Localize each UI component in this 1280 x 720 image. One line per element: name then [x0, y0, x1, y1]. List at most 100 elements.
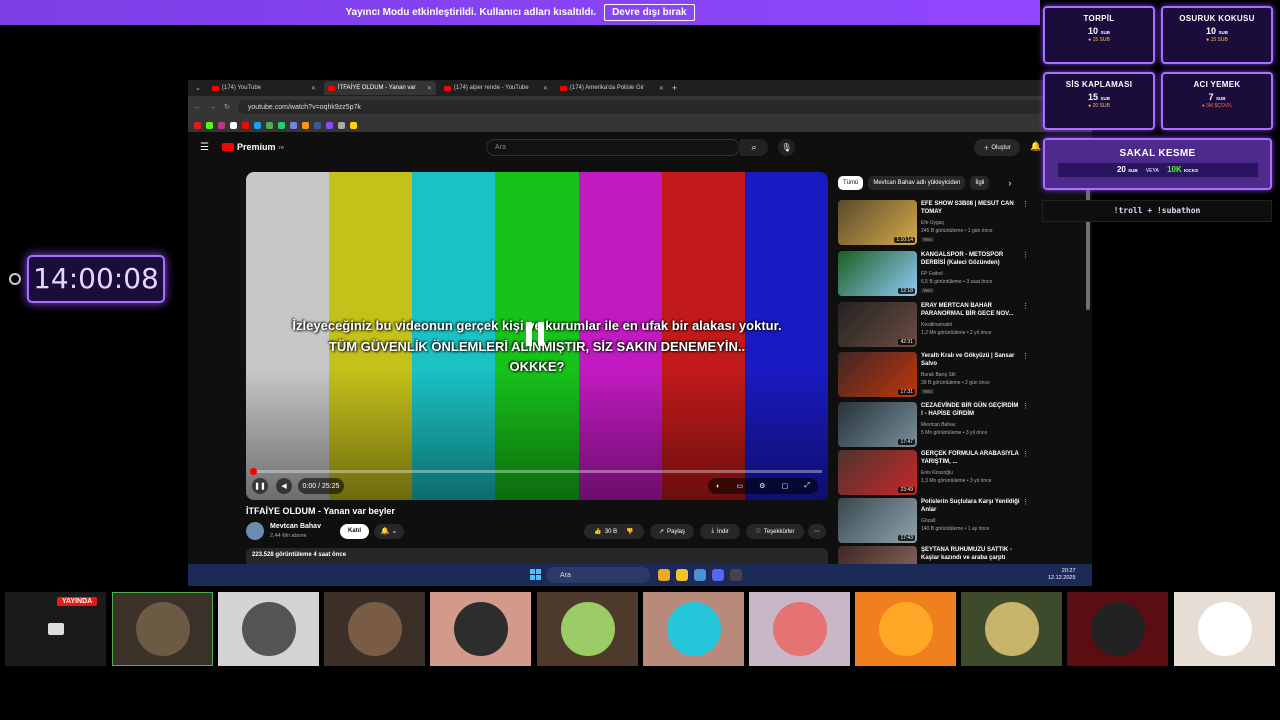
chevron-right-icon[interactable]: ›	[1008, 176, 1011, 190]
dislike-icon[interactable]: 👎	[626, 528, 633, 535]
photos-icon[interactable]	[694, 569, 706, 581]
create-button[interactable]: ＋ Oluştur	[974, 139, 1020, 156]
close-icon[interactable]: ✕	[427, 85, 432, 92]
recommendation-thumbnail[interactable]: 23:49	[838, 450, 917, 495]
avatar	[347, 602, 402, 656]
windows-taskbar: Ara 20:27 12.12.2025	[188, 564, 1092, 586]
chip-related[interactable]: İlgil	[970, 176, 990, 190]
volume-icon[interactable]: ◀	[276, 478, 292, 494]
chip-from-uploader[interactable]: Mevtcan Bahav adlı yükleyiciden	[868, 176, 966, 190]
chrome-icon[interactable]	[658, 569, 670, 581]
windows-start-icon[interactable]	[530, 569, 541, 580]
bookmark-icon[interactable]	[218, 121, 225, 129]
more-options-icon[interactable]: ⋮	[1022, 302, 1029, 310]
bookmark-icon[interactable]	[206, 121, 213, 129]
obs-icon[interactable]	[730, 569, 742, 581]
search-icon[interactable]: ⌕	[740, 139, 768, 156]
more-options-icon[interactable]: ⋮	[1022, 402, 1029, 410]
channel-name[interactable]: Mevtcan Bahav	[270, 523, 321, 530]
bookmark-icon[interactable]	[254, 121, 261, 129]
recommendation-item[interactable]: 23:49 GERÇEK FORMULA ARABASIYLA YARIŞTIM…	[838, 450, 1029, 496]
thanks-button[interactable]: ♡ Teşekkürler	[746, 524, 804, 539]
folder-icon[interactable]	[676, 569, 688, 581]
more-options-icon[interactable]: ⋮	[1022, 352, 1029, 360]
subscription-bell-button[interactable]: 🔔 ⌄	[374, 524, 404, 539]
download-button[interactable]: ⤓ İndir	[700, 524, 740, 539]
bookmark-icon[interactable]	[230, 121, 237, 129]
bookmark-icon[interactable]	[350, 121, 357, 129]
new-tab-button[interactable]: +	[672, 83, 677, 93]
avatar	[666, 602, 721, 656]
tab-amerika-polis[interactable]: (174) Amerika'da Polisle Gir ✕	[556, 81, 668, 95]
subtitles-icon[interactable]: ▭	[736, 482, 743, 490]
bookmark-icon[interactable]	[326, 121, 333, 129]
channel-avatar[interactable]	[246, 522, 264, 540]
youtube-premium-logo[interactable]: Premium TR	[222, 142, 284, 152]
close-icon[interactable]: ✕	[311, 85, 316, 92]
autoplay-toggle[interactable]: ◐	[716, 483, 720, 490]
avatar	[241, 602, 296, 656]
recommendation-thumbnail[interactable]: 12:18	[838, 251, 917, 296]
share-button[interactable]: ↗ Paylaş	[650, 524, 694, 539]
avatar-tile	[324, 592, 425, 666]
screen-icon	[47, 623, 64, 635]
tab-search-icon[interactable]: ⌄	[192, 84, 204, 92]
share-icon: ↗	[658, 529, 664, 535]
bookmark-icon[interactable]	[338, 121, 345, 129]
avatar-tile	[749, 592, 850, 666]
recommendation-item[interactable]: 42:31 ERAY MERTCAN BAHAR PARANORMAL BİR …	[838, 302, 1029, 348]
recommendation-item[interactable]: 17:43 Polislerin Suçlulara Karşı Yenildi…	[838, 498, 1029, 544]
recommendation-item[interactable]: 1:10:14 EFE SHOW S3B08 | MESUT CAN TOMAY…	[838, 200, 1029, 246]
progress-bar[interactable]	[250, 468, 822, 475]
video-player[interactable]: İzleyeceğiniz bu videonun gerçek kişi ve…	[246, 172, 828, 500]
notification-bell-icon[interactable]: 🔔	[1030, 141, 1041, 152]
bookmark-icon[interactable]	[266, 121, 273, 129]
reload-icon[interactable]: ↻	[224, 103, 230, 111]
bookmark-icon[interactable]	[194, 121, 201, 129]
close-icon[interactable]: ✕	[543, 85, 548, 92]
back-icon[interactable]: ←	[194, 104, 201, 111]
recommendation-thumbnail[interactable]: 42:31	[838, 302, 917, 347]
more-options-icon[interactable]: ⋮	[1022, 200, 1029, 208]
like-icon[interactable]: 👍	[594, 528, 601, 535]
recommendation-item[interactable]: 17:47 CEZAEVİNDE BİR GÜN GEÇİRDİM ! - HA…	[838, 402, 1029, 448]
recommendation-thumbnail[interactable]: 17:31	[838, 352, 917, 397]
recommendation-thumbnail[interactable]: 17:43	[838, 498, 917, 543]
clock-icon	[9, 273, 21, 285]
pause-button[interactable]: ❚❚	[252, 478, 268, 494]
join-button[interactable]: Katıl	[340, 524, 369, 539]
bookmark-icon[interactable]	[314, 121, 321, 129]
discord-icon[interactable]	[712, 569, 724, 581]
disable-streamer-mode-button[interactable]: Devre dışı bırak	[604, 4, 695, 21]
more-options-icon[interactable]: ⋮	[1022, 498, 1029, 506]
tab-alper-rende[interactable]: (174) alper rende - YouTube ✕	[440, 81, 552, 95]
taskbar-clock[interactable]: 20:27 12.12.2025	[1048, 568, 1076, 582]
tab-current-video[interactable]: İTFAİYE OLDUM - Yanan var ✕	[323, 81, 436, 95]
settings-icon[interactable]: ⚙	[759, 482, 765, 490]
bookmark-icon[interactable]	[242, 121, 249, 129]
theater-icon[interactable]: ▢	[782, 482, 789, 490]
like-count[interactable]: 30 B	[605, 529, 617, 535]
more-options-icon[interactable]: ⋮	[1022, 450, 1029, 458]
recommendation-thumbnail[interactable]: 17:47	[838, 402, 917, 447]
avatar-tile	[112, 592, 213, 666]
recommendation-item[interactable]: 17:31 Yeraltı Kralı ve Gökyüzü | Sansar …	[838, 352, 1029, 398]
search-input[interactable]: Ara	[486, 139, 740, 156]
bookmark-icon[interactable]	[302, 121, 309, 129]
progress-scrubber[interactable]	[250, 468, 257, 475]
hamburger-menu-icon[interactable]: ☰	[200, 142, 209, 153]
bookmark-icon[interactable]	[290, 121, 297, 129]
tab-youtube-home[interactable]: (174) YouTube ✕	[208, 81, 320, 95]
recommendation-item[interactable]: 12:18 KANGALSPOR - METOSPOR DERBİSİ (Kal…	[838, 251, 1029, 297]
more-actions-icon[interactable]: ⋯	[808, 524, 826, 539]
forward-icon[interactable]: →	[209, 104, 216, 111]
recommendation-thumbnail[interactable]: 1:10:14	[838, 200, 917, 245]
taskbar-search[interactable]: Ara	[546, 567, 650, 583]
close-icon[interactable]: ✕	[659, 85, 664, 92]
fullscreen-icon[interactable]: ⤢	[804, 482, 810, 490]
url-input[interactable]: youtube.com/watch?v=oqhk9zz5p7k	[237, 100, 1044, 114]
bookmark-icon[interactable]	[278, 121, 285, 129]
microphone-icon[interactable]: 🎙	[778, 139, 795, 156]
more-options-icon[interactable]: ⋮	[1022, 251, 1029, 259]
chip-all[interactable]: Tümü	[838, 176, 864, 190]
